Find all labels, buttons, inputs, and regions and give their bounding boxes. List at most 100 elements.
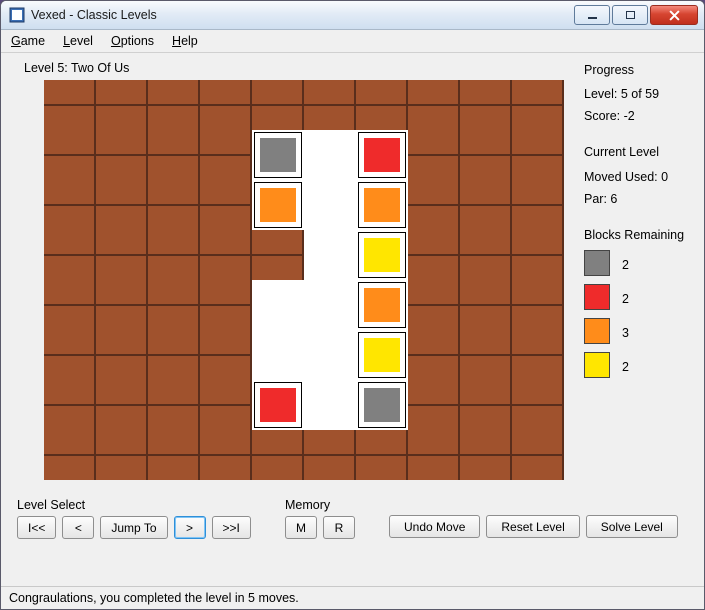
wall-cell [460,180,512,230]
block-gray[interactable] [356,380,408,430]
wall-cell [44,80,96,130]
empty-cell[interactable] [304,380,356,430]
wall-cell [252,430,304,480]
wall-cell [44,280,96,330]
wall-cell [460,80,512,130]
close-button[interactable] [650,5,698,25]
solve-button[interactable]: Solve Level [586,515,678,538]
wall-cell [356,80,408,130]
wall-cell [356,430,408,480]
progress-heading: Progress [584,61,692,79]
remaining-swatch [584,250,610,276]
wall-cell [460,380,512,430]
wall-cell [460,230,512,280]
jumpto-button[interactable]: Jump To [100,516,167,539]
empty-cell[interactable] [252,280,304,330]
undo-button[interactable]: Undo Move [389,515,480,538]
remaining-swatch [584,352,610,378]
memory-r-button[interactable]: R [323,516,355,539]
memory-m-button[interactable]: M [285,516,317,539]
empty-cell[interactable] [304,280,356,330]
levelselect-heading: Level Select [17,498,251,512]
wall-cell [408,230,460,280]
block-yellow[interactable] [356,330,408,380]
wall-cell [408,180,460,230]
block-orange[interactable] [252,180,304,230]
wall-cell [304,430,356,480]
wall-cell [252,80,304,130]
wall-cell [408,80,460,130]
currentlevel-heading: Current Level [584,143,692,161]
par: Par: 6 [584,190,692,208]
empty-cell[interactable] [304,330,356,380]
empty-cell[interactable] [304,230,356,280]
wall-cell [200,130,252,180]
progress-level: Level: 5 of 59 [584,85,692,103]
wall-cell [44,130,96,180]
block-yellow[interactable] [356,230,408,280]
wall-cell [200,430,252,480]
sidebar: Progress Level: 5 of 59 Score: -2 Curren… [584,61,692,400]
wall-cell [96,230,148,280]
wall-cell [460,280,512,330]
block-red[interactable] [252,380,304,430]
block-orange[interactable] [356,180,408,230]
statusbar: Congraulations, you completed the level … [1,586,704,609]
menu-options[interactable]: Options [111,34,154,48]
menubar: Game Level Options Help [1,30,704,53]
empty-cell[interactable] [304,130,356,180]
wall-cell [512,430,564,480]
memory-heading: Memory [285,498,355,512]
wall-cell [460,130,512,180]
block-orange[interactable] [356,280,408,330]
wall-cell [200,80,252,130]
client-area: Level 5: Two Of Us Progress Level: 5 of … [1,53,704,609]
wall-cell [200,280,252,330]
window-controls [572,5,698,25]
wall-cell [148,230,200,280]
wall-cell [44,430,96,480]
status-text: Congraulations, you completed the level … [9,591,299,605]
wall-cell [512,330,564,380]
prev-level-button[interactable]: < [62,516,94,539]
wall-cell [96,180,148,230]
wall-cell [148,130,200,180]
block-red[interactable] [356,130,408,180]
wall-cell [460,430,512,480]
first-level-button[interactable]: I<< [17,516,56,539]
empty-cell[interactable] [304,180,356,230]
wall-cell [512,130,564,180]
wall-cell [408,380,460,430]
remaining-swatch [584,318,610,344]
wall-cell [200,330,252,380]
wall-cell [96,130,148,180]
moves-used: Moved Used: 0 [584,168,692,186]
block-gray[interactable] [252,130,304,180]
remaining-count: 2 [622,256,629,274]
menu-level[interactable]: Level [63,34,93,48]
maximize-button[interactable] [612,5,648,25]
wall-cell [96,430,148,480]
wall-cell [44,230,96,280]
wall-cell [44,180,96,230]
action-group: Undo Move Reset Level Solve Level [389,515,678,538]
remaining-count: 2 [622,290,629,308]
empty-cell[interactable] [252,330,304,380]
remaining-row: 2 [584,250,692,280]
remaining-count: 3 [622,324,629,342]
wall-cell [96,280,148,330]
wall-cell [512,80,564,130]
app-icon [9,7,25,23]
wall-cell [408,430,460,480]
wall-cell [148,330,200,380]
menu-game[interactable]: Game [11,34,45,48]
menu-help[interactable]: Help [172,34,198,48]
minimize-button[interactable] [574,5,610,25]
wall-cell [200,230,252,280]
bottom-controls: Level Select I<< < Jump To > >>I Memory … [17,498,688,568]
last-level-button[interactable]: >>I [212,516,251,539]
reset-button[interactable]: Reset Level [486,515,579,538]
blocks-remaining-section: Blocks Remaining 2232 [584,226,692,382]
next-level-button[interactable]: > [174,516,206,539]
game-board[interactable] [44,80,564,480]
